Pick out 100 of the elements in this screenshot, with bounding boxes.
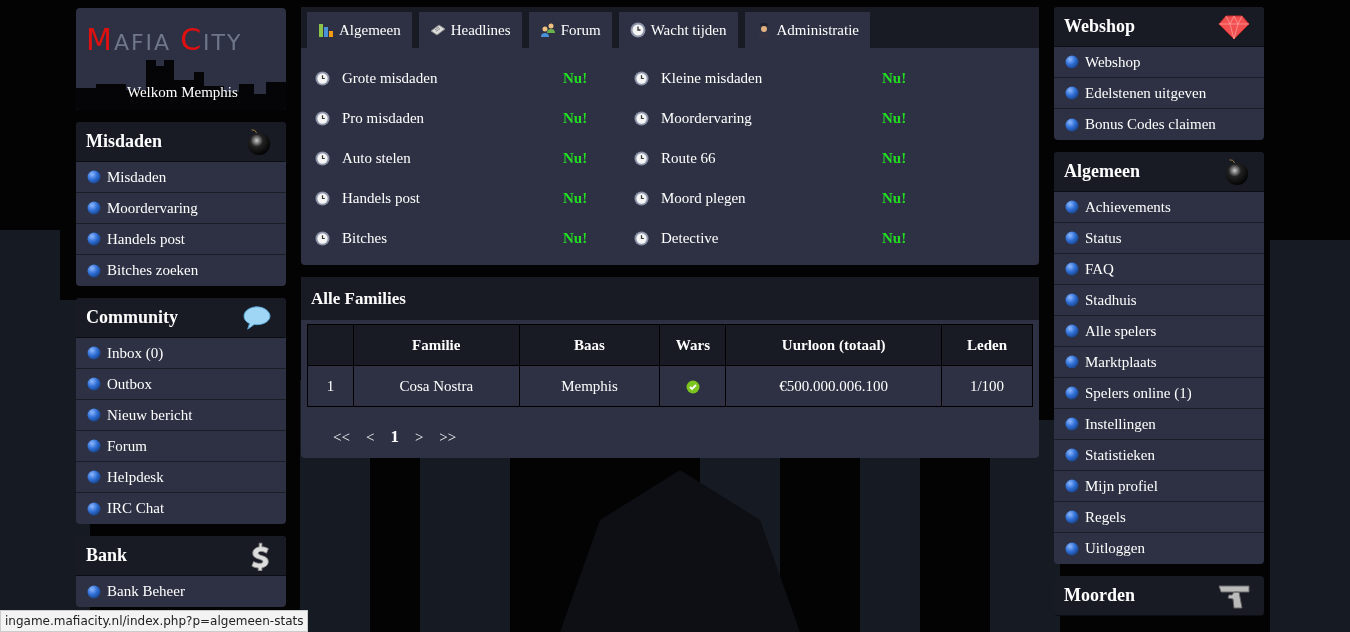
timer-status: Nu!: [563, 229, 588, 247]
bullet-icon: [87, 346, 101, 360]
timer-label: Detective: [661, 229, 720, 247]
timer-status: Nu!: [882, 109, 907, 127]
table-cell: Cosa Nostra: [353, 365, 520, 407]
menu-item[interactable]: Nieuw bericht: [76, 400, 286, 431]
timer-label: Bitches: [342, 229, 388, 247]
menu-item[interactable]: Achievements: [1054, 192, 1264, 223]
menu-item[interactable]: Webshop: [1054, 47, 1264, 78]
page-number[interactable]: 1: [390, 427, 399, 447]
panel-title: Misdaden: [86, 131, 163, 152]
bullet-icon: [1065, 262, 1079, 276]
panel-title: Alle Families: [311, 288, 406, 309]
newspaper-icon: [429, 22, 446, 38]
status-url: ingame.mafiacity.nl/index.php?p=algemeen-stats: [0, 610, 309, 632]
panel-title: Webshop: [1064, 16, 1136, 37]
menu-item[interactable]: Marktplaats: [1054, 347, 1264, 378]
table-cell: 1/100: [941, 365, 1033, 407]
bullet-icon: [87, 584, 101, 599]
menu-item[interactable]: Spelers online (1): [1054, 378, 1264, 409]
bullet-icon: [87, 263, 101, 278]
timer-label: Grote misdaden: [342, 69, 439, 87]
timer-label: Kleine misdaden: [661, 69, 764, 87]
next-page-link[interactable]: >: [414, 428, 424, 446]
table-header: Wars: [659, 324, 726, 366]
table-header: [307, 324, 354, 366]
menu-item[interactable]: Misdaden: [76, 162, 286, 193]
table-cell: €500.000.006.100: [725, 365, 942, 407]
timer-status: Nu!: [563, 189, 588, 207]
menu-item[interactable]: Moordervaring: [76, 193, 286, 224]
menu-item[interactable]: Bank Beheer: [76, 576, 286, 607]
menu-item[interactable]: Regels: [1054, 502, 1264, 533]
timer-label: Moord plegen: [661, 189, 747, 207]
timer-status: Nu!: [563, 109, 588, 127]
timer-label: Handels post: [342, 189, 421, 207]
nav-tab[interactable]: Wacht tijden: [618, 12, 738, 48]
menu-item[interactable]: Status: [1054, 223, 1264, 254]
bullet-icon: [87, 501, 101, 516]
last-page-link[interactable]: >>: [439, 428, 457, 446]
timer-label: Pro misdaden: [342, 109, 426, 127]
bullet-icon: [1065, 541, 1079, 556]
bullet-icon: [87, 232, 101, 246]
timer-status: Nu!: [882, 149, 907, 167]
menu-item[interactable]: Outbox: [76, 369, 286, 400]
menu-item[interactable]: Instellingen: [1054, 409, 1264, 440]
speech-bubble-icon: [242, 304, 272, 331]
bullet-icon: [1065, 510, 1079, 524]
menu-item[interactable]: Mijn profiel: [1054, 471, 1264, 502]
bullet-icon: [1065, 200, 1079, 214]
pistol-icon: [1218, 582, 1250, 609]
menu-item[interactable]: Uitloggen: [1054, 533, 1264, 564]
menu-item[interactable]: Bonus Codes claimen: [1054, 109, 1264, 140]
menu-item[interactable]: FAQ: [1054, 254, 1264, 285]
bullet-icon: [87, 201, 101, 215]
menu-item[interactable]: Statistieken: [1054, 440, 1264, 471]
clock-icon: [629, 22, 646, 38]
bullet-icon: [87, 439, 101, 453]
menu-item[interactable]: Inbox (0): [76, 338, 286, 369]
clock-icon: [315, 150, 330, 166]
bullet-icon: [87, 470, 101, 484]
clock-icon: [315, 70, 330, 86]
bar-chart-icon: [318, 22, 334, 38]
panel-title: Bank: [86, 545, 128, 566]
bullet-icon: [87, 170, 101, 184]
menu-item[interactable]: Edelstenen uitgeven: [1054, 78, 1264, 109]
previous-page-link[interactable]: <: [365, 428, 375, 446]
clock-icon: [634, 190, 649, 206]
bullet-icon: [1065, 479, 1079, 493]
people-icon: [539, 22, 556, 38]
table-header: Leden: [941, 324, 1033, 366]
table-header: Uurloon (totaal): [725, 324, 942, 366]
nav-tab[interactable]: Algemeen: [307, 12, 412, 48]
nav-tab[interactable]: Forum: [528, 12, 612, 48]
bullet-icon: [1065, 324, 1079, 338]
clock-icon: [634, 70, 649, 86]
clock-icon: [315, 230, 330, 246]
nav-tab[interactable]: Administratie: [744, 12, 870, 48]
dollar-icon: [250, 540, 272, 571]
first-page-link[interactable]: <<: [333, 428, 350, 446]
panel-title: Moorden: [1064, 585, 1135, 606]
nav-tab[interactable]: Headlines: [418, 12, 522, 48]
logo-text: M AFIA C ITY: [86, 22, 243, 57]
timer-label: Route 66: [661, 149, 717, 167]
bullet-icon: [1065, 417, 1079, 431]
menu-item[interactable]: Forum: [76, 431, 286, 462]
menu-item[interactable]: Bitches zoeken: [76, 255, 286, 286]
welcome-text: Welkom Memphis: [127, 84, 238, 101]
menu-item[interactable]: Handels post: [76, 224, 286, 255]
gem-icon: [1218, 13, 1250, 40]
bullet-icon: [1065, 86, 1079, 100]
bullet-icon: [1065, 386, 1079, 400]
timer-label: Moordervaring: [661, 109, 753, 127]
timer-status: Nu!: [563, 69, 588, 87]
menu-item[interactable]: Alle spelers: [1054, 316, 1264, 347]
menu-item[interactable]: Stadhuis: [1054, 285, 1264, 316]
timer-status: Nu!: [563, 149, 588, 167]
bullet-icon: [87, 408, 101, 422]
table-cell: Memphis: [519, 365, 660, 407]
menu-item[interactable]: IRC Chat: [76, 493, 286, 524]
menu-item[interactable]: Helpdesk: [76, 462, 286, 493]
